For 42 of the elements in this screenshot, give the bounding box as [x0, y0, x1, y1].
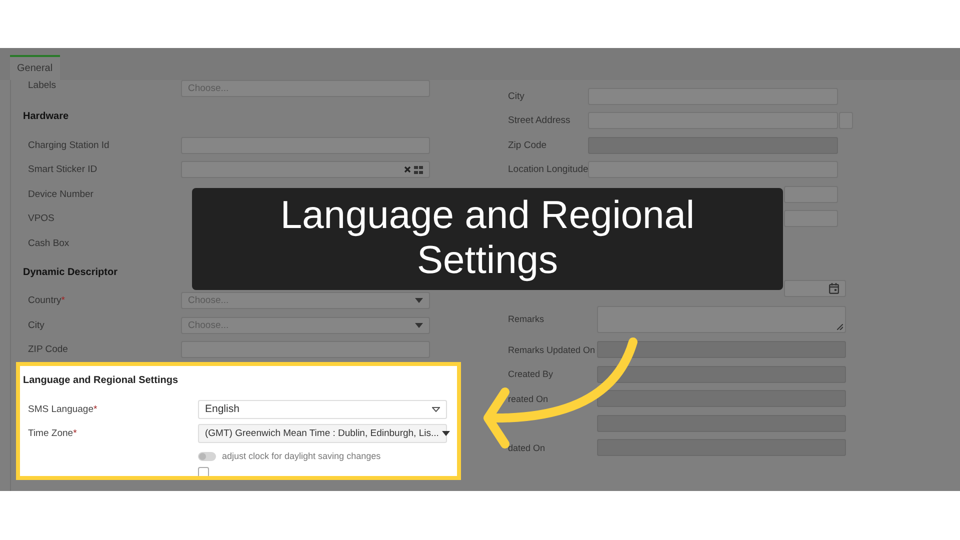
field-label: ZIP Code	[27, 344, 69, 356]
text-area[interactable]	[597, 306, 846, 332]
field-label: Time Zone*	[27, 428, 78, 440]
caret-icon	[415, 322, 423, 328]
resize-grip-icon	[837, 324, 843, 330]
caret-icon	[432, 406, 440, 412]
field-label: dated On	[508, 442, 546, 453]
field-label: reated On	[508, 394, 550, 404]
dropdown-field[interactable]: English	[198, 400, 447, 419]
toggle-switch[interactable]	[198, 452, 216, 460]
grid-icon	[414, 166, 423, 174]
tab[interactable]: General	[10, 55, 60, 80]
field-label: Device Number	[27, 188, 94, 200]
close-icon	[404, 166, 411, 174]
field-label: Cash Box	[27, 238, 70, 249]
field-label: VPOS	[27, 213, 56, 224]
field-label: Country*	[27, 295, 66, 306]
field-label: Street Address	[508, 115, 572, 126]
toggle-label: adjust clock for daylight saving changes	[222, 451, 381, 461]
field-label: Remarks Updated On	[508, 344, 596, 355]
field-label: SMS Language*	[27, 404, 98, 415]
lookup-field[interactable]	[181, 161, 430, 178]
text-field[interactable]	[784, 186, 838, 203]
calendar-icon	[829, 282, 839, 294]
field-label: Smart Sticker ID	[27, 164, 98, 176]
field-label: Location Longitude	[508, 164, 588, 176]
field-label: Zip Code	[508, 140, 548, 151]
field-label: City	[508, 90, 526, 102]
caption-banner: Language and Regional Settings	[192, 188, 783, 290]
section-heading: Language and Regional Settings	[22, 374, 180, 388]
dropdown-field[interactable]: (GMT) Greenwich Mean Time : Dublin, Edinburgh, Lis...	[198, 424, 447, 444]
section-heading: Hardware	[22, 110, 70, 124]
checkbox[interactable]	[198, 467, 209, 476]
date-field[interactable]	[784, 280, 846, 297]
field-label: City	[27, 320, 46, 331]
field-label: Charging Station Id	[27, 140, 110, 151]
caret-icon	[442, 431, 450, 436]
field-label: Remarks	[508, 314, 546, 324]
field-label: Created By	[508, 369, 554, 380]
field-label: Labels	[27, 80, 57, 91]
caret-icon	[415, 298, 423, 304]
text-field[interactable]	[784, 210, 838, 228]
